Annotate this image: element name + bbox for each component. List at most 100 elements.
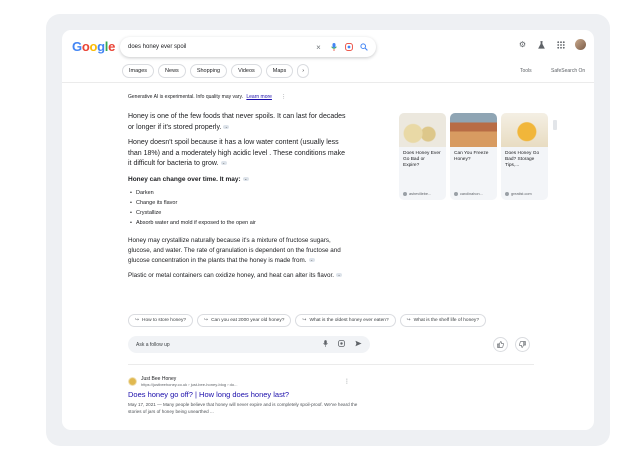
ai-paragraph: Honey doesn't spoil because it has a low… — [128, 138, 346, 170]
citation-link-icon[interactable]: ⌄ — [242, 176, 249, 181]
tab-images[interactable]: Images — [122, 64, 155, 78]
logo-letter: g — [97, 39, 105, 54]
followup-chip-label: What is the oldest honey ever eaten? — [309, 318, 389, 323]
citation-link-icon[interactable]: ⌄ — [308, 257, 315, 262]
tab-videos[interactable]: Videos — [231, 64, 262, 78]
search-result: Just Bee Honey https://justbeehoney.co.u… — [128, 376, 368, 415]
labs-flask-icon[interactable] — [537, 40, 546, 49]
thumbs-down-button[interactable] — [515, 337, 530, 352]
site-favicon-icon — [454, 192, 458, 196]
citation-link-icon[interactable]: ⌄ — [223, 124, 230, 129]
logo-letter: G — [72, 39, 82, 54]
source-card-site-name: greatist.com — [511, 192, 532, 196]
source-card-site-name: carolinahon... — [460, 192, 483, 196]
safesearch-button[interactable]: SafeSearch On — [551, 68, 585, 74]
source-card-image — [399, 113, 446, 147]
lens-icon[interactable] — [338, 340, 345, 349]
source-card-title: Does Honey Go Bad? Storage Tips,... — [505, 151, 540, 168]
site-favicon-icon — [505, 192, 509, 196]
ai-notice-text: Generative AI is experimental. Info qual… — [128, 94, 243, 100]
search-tabs: Images News Shopping Videos Maps › — [122, 64, 310, 78]
list-item: Darken — [128, 188, 346, 198]
followup-chip-label: Can you eat 2000 year old honey? — [211, 318, 285, 323]
lens-icon[interactable] — [344, 43, 353, 52]
source-card-site: carolinahon... — [454, 192, 483, 196]
ask-followup-input[interactable]: Ask a follow up — [128, 336, 370, 353]
followup-chip[interactable]: ↪ What is the oldest honey ever eaten? — [295, 314, 396, 327]
ai-paragraph-text: Honey is one of the few foods that never… — [128, 113, 346, 131]
browser-screen: Google does honey ever spoil × ⚙ Images … — [62, 30, 594, 430]
source-card-site-name: ashevillebe... — [409, 192, 432, 196]
search-box[interactable]: does honey ever spoil × — [120, 37, 376, 57]
send-icon[interactable] — [355, 340, 362, 349]
list-item: Absorb water and mold if exposed to the … — [128, 218, 346, 228]
result-snippet: May 17, 2021 — Many people believe that … — [128, 402, 358, 414]
ask-followup-placeholder[interactable]: Ask a follow up — [136, 342, 313, 348]
more-options-icon[interactable]: ⋮ — [281, 94, 286, 100]
source-card-site: greatist.com — [505, 192, 532, 196]
apps-grid-icon[interactable] — [556, 40, 565, 49]
google-logo[interactable]: Google — [72, 39, 115, 54]
followup-chip[interactable]: ↪ Can you eat 2000 year old honey? — [197, 314, 292, 327]
tab-news[interactable]: News — [158, 64, 186, 78]
source-card-image — [501, 113, 548, 147]
ai-subheading-text: Honey can change over time. It may: — [128, 175, 241, 183]
ai-paragraph: Honey may crystallize naturally because … — [128, 236, 346, 266]
ai-subheading: Honey can change over time. It may: ⌄ — [128, 175, 346, 184]
avatar[interactable] — [575, 39, 586, 50]
followup-arrow-icon: ↪ — [406, 318, 411, 323]
source-card-site: ashevillebe... — [403, 192, 431, 196]
site-favicon-icon — [403, 192, 407, 196]
list-item: Crystallize — [128, 208, 346, 218]
source-card-image — [450, 113, 497, 147]
results-divider — [128, 364, 534, 365]
learn-more-link[interactable]: Learn more — [246, 94, 272, 100]
result-site[interactable]: Just Bee Honey https://justbeehoney.co.u… — [128, 376, 368, 387]
followup-arrow-icon: ↪ — [302, 318, 307, 323]
header-actions: ⚙ — [518, 39, 586, 50]
microphone-icon[interactable] — [329, 43, 338, 52]
source-cards: Does Honey Ever Go Bad or Expire? ashevi… — [399, 113, 548, 200]
source-card[interactable]: Does Honey Ever Go Bad or Expire? ashevi… — [399, 113, 446, 200]
source-card[interactable]: Can You Freeze Honey? carolinahon... — [450, 113, 497, 200]
ai-paragraph-text: Honey doesn't spoil because it has a low… — [128, 139, 345, 167]
list-item: Change its flavor — [128, 198, 346, 208]
citation-link-icon[interactable]: ⌄ — [336, 272, 343, 277]
thumbs-up-button[interactable] — [493, 337, 508, 352]
followup-arrow-icon: ↪ — [204, 318, 209, 323]
followup-chip-label: How to store honey? — [142, 318, 187, 323]
tab-shopping[interactable]: Shopping — [189, 64, 228, 78]
clear-icon[interactable]: × — [314, 43, 323, 52]
logo-letter: o — [89, 39, 98, 54]
site-favicon-icon — [128, 377, 137, 386]
result-options-icon[interactable]: ⋮ — [344, 378, 350, 385]
header-divider — [62, 82, 594, 83]
ai-notice: Generative AI is experimental. Info qual… — [128, 94, 286, 100]
citation-link-icon[interactable]: ⌄ — [220, 161, 227, 166]
result-site-info: Just Bee Honey https://justbeehoney.co.u… — [141, 376, 237, 387]
followup-arrow-icon: ↪ — [135, 318, 140, 323]
microphone-icon[interactable] — [323, 340, 328, 349]
result-url: https://justbeehoney.co.uk › just-bee-ho… — [141, 382, 238, 387]
followup-chip[interactable]: ↪ What is the shelf life of honey? — [399, 314, 486, 327]
source-card-title: Does Honey Ever Go Bad or Expire? — [403, 151, 441, 168]
logo-letter: e — [108, 39, 116, 54]
ai-paragraph: Honey is one of the few foods that never… — [128, 112, 346, 133]
followup-suggestions: ↪ How to store honey? ↪ Can you eat 2000 y… — [128, 314, 486, 327]
more-sources-handle[interactable] — [553, 120, 557, 130]
source-card-title: Can You Freeze Honey? — [454, 151, 489, 162]
result-title-link[interactable]: Does honey go off? | How long does honey… — [128, 390, 368, 399]
followup-chip[interactable]: ↪ How to store honey? — [128, 314, 194, 327]
source-card[interactable]: Does Honey Go Bad? Storage Tips,... grea… — [501, 113, 548, 200]
change-list: Darken Change its flavor Crystallize Abs… — [128, 188, 346, 228]
more-tabs-chevron-icon[interactable]: › — [297, 64, 310, 78]
settings-gear-icon[interactable]: ⚙ — [518, 40, 527, 49]
ai-paragraph-text: Plastic or metal containers can oxidize … — [128, 271, 335, 279]
tab-maps[interactable]: Maps — [265, 64, 294, 78]
search-icon[interactable] — [359, 43, 368, 52]
tools-button[interactable]: Tools — [520, 68, 532, 74]
followup-chip-label: What is the shelf life of honey? — [413, 318, 479, 323]
ai-paragraph: Plastic or metal containers can oxidize … — [128, 271, 346, 281]
ai-overview-text: Honey is one of the few foods that never… — [128, 112, 346, 286]
search-input[interactable]: does honey ever spoil — [128, 44, 308, 50]
